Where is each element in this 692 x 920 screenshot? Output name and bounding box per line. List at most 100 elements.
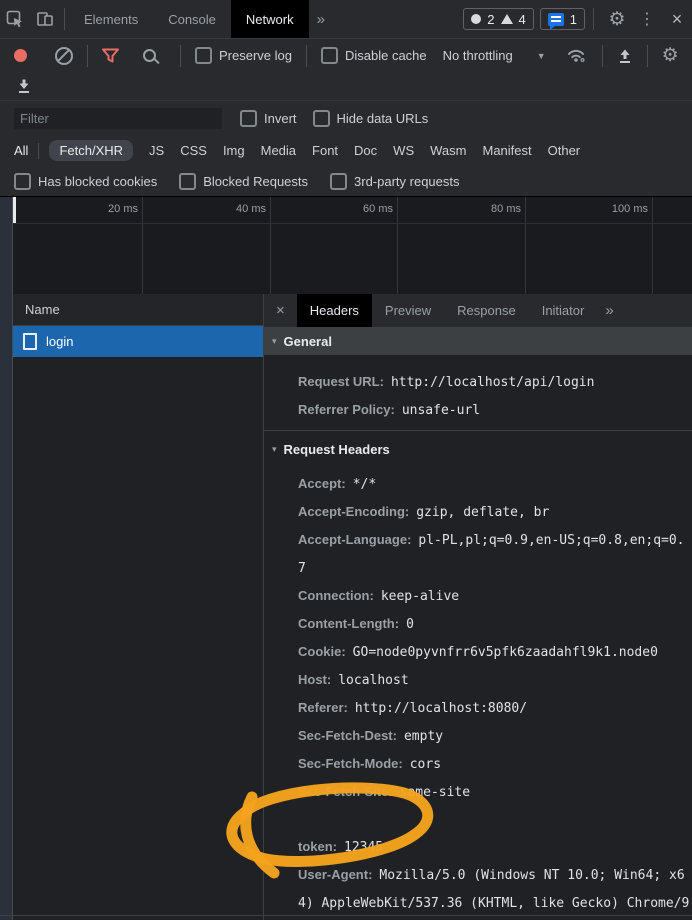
type-filter-other[interactable]: Other — [548, 143, 581, 158]
timeline-scrubber-handle[interactable] — [13, 197, 16, 223]
search-icon[interactable] — [143, 49, 156, 62]
tabbar-spacer — [333, 0, 463, 38]
toolbar-separator — [87, 45, 88, 67]
third-party-requests-toggle[interactable]: 3rd-party requests — [330, 173, 460, 190]
close-devtools-icon[interactable]: × — [662, 0, 692, 38]
blocked-requests-toggle[interactable]: Blocked Requests — [179, 173, 308, 190]
hide-data-urls-label: Hide data URLs — [337, 111, 429, 126]
document-icon — [23, 333, 37, 350]
header-row: Referrer Policy:unsafe-url — [298, 396, 690, 424]
toolbar-separator — [38, 143, 39, 159]
general-section-header[interactable]: ▾ General — [264, 327, 692, 355]
tab-elements[interactable]: Elements — [69, 0, 153, 38]
settings-gear-icon[interactable]: ⚙ — [602, 0, 632, 38]
disable-cache-toggle[interactable]: Disable cache — [321, 47, 427, 64]
advanced-filters-row: Has blocked cookies Blocked Requests 3rd… — [0, 166, 692, 197]
header-row-user-agent: User-Agent:Mozilla/5.0 (Windows NT 10.0;… — [298, 861, 690, 920]
throttling-dropdown-arrow-icon[interactable]: ▼ — [537, 51, 546, 61]
type-filter-wasm[interactable]: Wasm — [430, 143, 466, 158]
invert-toggle[interactable]: Invert — [240, 110, 297, 127]
disclosure-triangle-icon: ▾ — [272, 336, 277, 347]
type-filter-doc[interactable]: Doc — [354, 143, 377, 158]
more-options-kebab-icon[interactable]: ⋮ — [632, 0, 662, 38]
network-overview-timeline[interactable]: 20 ms 40 ms 60 ms 80 ms 100 ms — [13, 197, 692, 294]
preserve-log-toggle[interactable]: Preserve log — [195, 47, 292, 64]
header-row: Content-Length:0 — [298, 610, 690, 638]
disable-cache-label: Disable cache — [345, 48, 427, 63]
header-row: Referer:http://localhost:8080/ — [298, 694, 690, 722]
timeline-tick: 20 ms — [13, 197, 143, 294]
third-party-requests-label: 3rd-party requests — [354, 174, 460, 189]
close-details-icon[interactable]: × — [264, 294, 297, 327]
request-row-login[interactable]: login — [13, 326, 263, 357]
hide-data-urls-checkbox[interactable] — [313, 110, 330, 127]
details-more-tabs-chevron-icon[interactable]: » — [597, 294, 621, 327]
header-row: Accept-Encoding:gzip, deflate, br — [298, 498, 690, 526]
type-filter-media[interactable]: Media — [261, 143, 296, 158]
bottom-border-line — [0, 915, 692, 916]
throttling-select[interactable]: No throttling — [443, 48, 513, 63]
timeline-tick: 80 ms — [398, 197, 526, 294]
clear-network-log-icon[interactable] — [55, 47, 73, 65]
section-divider — [264, 430, 692, 431]
details-tab-headers[interactable]: Headers — [297, 294, 372, 327]
tab-console[interactable]: Console — [153, 0, 231, 38]
toggle-device-toolbar-icon[interactable] — [30, 0, 60, 38]
network-settings-gear-icon[interactable]: ⚙ — [662, 46, 679, 65]
devtools-window: Elements Console Network » 2 4 1 ⚙ ⋮ × — [0, 0, 692, 920]
network-toolbar: Preserve log Disable cache No throttling… — [0, 39, 692, 72]
general-headers-list: Request URL:http://localhost/api/login R… — [264, 355, 692, 424]
type-filter-css[interactable]: CSS — [180, 143, 207, 158]
invert-label: Invert — [264, 111, 297, 126]
request-headers-section-header[interactable]: ▾ Request Headers — [264, 435, 692, 463]
type-filter-font[interactable]: Font — [312, 143, 338, 158]
request-details-pane: × Headers Preview Response Initiator » ▾… — [264, 294, 692, 920]
details-tab-response[interactable]: Response — [444, 294, 529, 327]
hide-data-urls-toggle[interactable]: Hide data URLs — [313, 110, 429, 127]
preserve-log-checkbox[interactable] — [195, 47, 212, 64]
requests-list-empty-area[interactable] — [13, 357, 263, 920]
toolbar-separator — [593, 8, 594, 30]
invert-checkbox[interactable] — [240, 110, 257, 127]
network-conditions-icon[interactable] — [566, 47, 588, 64]
tab-network[interactable]: Network — [231, 0, 309, 38]
issues-count: 1 — [570, 12, 577, 27]
details-tab-preview[interactable]: Preview — [372, 294, 444, 327]
record-network-log-icon[interactable] — [14, 49, 27, 62]
issues-bubble-icon — [548, 13, 564, 26]
request-headers-section-title: Request Headers — [284, 442, 390, 457]
disable-cache-checkbox[interactable] — [321, 47, 338, 64]
request-headers-list: Accept:*/* Accept-Encoding:gzip, deflate… — [264, 463, 692, 920]
filter-funnel-icon[interactable] — [102, 48, 119, 63]
header-row: Sec-Fetch-Dest:empty — [298, 722, 690, 750]
type-filter-js[interactable]: JS — [149, 143, 164, 158]
issues-badge[interactable]: 1 — [540, 8, 585, 30]
filter-input[interactable] — [14, 108, 222, 129]
header-row: Sec-Fetch-Mode:cors — [298, 750, 690, 778]
timeline-tick: 40 ms — [143, 197, 271, 294]
name-column-header[interactable]: Name — [13, 294, 263, 326]
has-blocked-cookies-toggle[interactable]: Has blocked cookies — [14, 173, 157, 190]
toolbar-separator — [306, 45, 307, 67]
type-filter-fetch-xhr[interactable]: Fetch/XHR — [49, 140, 133, 161]
details-tab-initiator[interactable]: Initiator — [529, 294, 598, 327]
type-filter-manifest[interactable]: Manifest — [482, 143, 531, 158]
import-row — [0, 72, 692, 101]
type-filter-img[interactable]: Img — [223, 143, 245, 158]
blocked-requests-checkbox[interactable] — [179, 173, 196, 190]
import-har-icon[interactable] — [16, 78, 32, 94]
devtools-tabbar: Elements Console Network » 2 4 1 ⚙ ⋮ × — [0, 0, 692, 39]
token-value: 12345 — [344, 840, 383, 855]
warning-triangle-icon — [501, 14, 513, 24]
has-blocked-cookies-checkbox[interactable] — [14, 173, 31, 190]
export-har-icon[interactable] — [617, 48, 633, 64]
more-tabs-chevron-icon[interactable]: » — [309, 0, 333, 38]
type-filter-ws[interactable]: WS — [393, 143, 414, 158]
third-party-requests-checkbox[interactable] — [330, 173, 347, 190]
general-section-title: General — [284, 334, 332, 349]
error-count: 2 — [487, 12, 494, 27]
type-filter-all[interactable]: All — [14, 143, 28, 158]
warning-count: 4 — [519, 12, 526, 27]
inspect-element-icon[interactable] — [0, 0, 30, 38]
console-errors-warnings-badge[interactable]: 2 4 — [463, 8, 533, 30]
